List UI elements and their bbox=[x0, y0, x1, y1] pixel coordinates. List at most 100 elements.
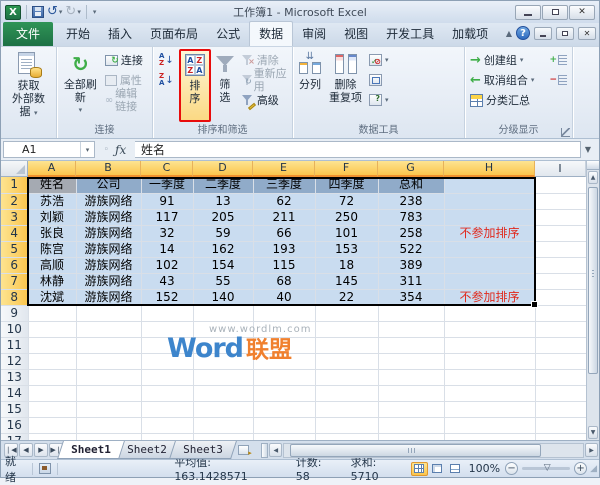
minimize-button[interactable] bbox=[515, 5, 541, 20]
cell-C17[interactable] bbox=[141, 433, 193, 440]
cell-I3[interactable] bbox=[535, 209, 586, 225]
cell-D4[interactable]: 59 bbox=[193, 225, 253, 241]
cell-E10[interactable] bbox=[253, 321, 315, 337]
cell-F16[interactable] bbox=[315, 417, 378, 433]
subtotal-button[interactable]: 分类汇总 bbox=[468, 91, 543, 109]
customize-qat-button[interactable]: ▾ bbox=[92, 5, 97, 19]
cell-G8[interactable]: 354 bbox=[378, 289, 444, 305]
zoom-in-button[interactable]: + bbox=[574, 462, 587, 475]
cell-I5[interactable] bbox=[535, 241, 586, 257]
ungroup-button[interactable]: ←取消组合▾ bbox=[468, 71, 543, 89]
next-sheet-icon[interactable]: ▶ bbox=[34, 443, 48, 457]
cell-I9[interactable] bbox=[535, 305, 586, 321]
hide-detail-button[interactable]: − bbox=[547, 71, 569, 89]
cell-A9[interactable] bbox=[28, 305, 76, 321]
cell-A16[interactable] bbox=[28, 417, 76, 433]
tab-data[interactable]: 数据 bbox=[249, 21, 293, 46]
row-header-5[interactable]: 5 bbox=[1, 241, 28, 257]
page-layout-view-button[interactable] bbox=[429, 462, 446, 476]
cell-F2[interactable]: 72 bbox=[315, 193, 378, 209]
vertical-scrollbar[interactable]: ▲ ▼ bbox=[586, 161, 599, 440]
row-header-2[interactable]: 2 bbox=[1, 193, 28, 209]
reapply-button[interactable]: ↻重新应用 bbox=[239, 71, 289, 89]
zoom-slider-thumb[interactable]: ▽ bbox=[544, 463, 551, 473]
cell-E12[interactable] bbox=[253, 353, 315, 369]
cell-B5[interactable]: 游族网络 bbox=[76, 241, 141, 257]
cell-I10[interactable] bbox=[535, 321, 586, 337]
row-header-13[interactable]: 13 bbox=[1, 369, 28, 385]
cell-G11[interactable] bbox=[378, 337, 444, 353]
column-header-H[interactable]: H bbox=[444, 161, 535, 177]
cell-D16[interactable] bbox=[193, 417, 253, 433]
cell-B4[interactable]: 游族网络 bbox=[76, 225, 141, 241]
cell-H14[interactable] bbox=[444, 385, 535, 401]
cell-I6[interactable] bbox=[535, 257, 586, 273]
tab-developer[interactable]: 开发工具 bbox=[377, 22, 443, 46]
cell-G6[interactable]: 389 bbox=[378, 257, 444, 273]
cell-H3[interactable] bbox=[444, 209, 535, 225]
cell-H16[interactable] bbox=[444, 417, 535, 433]
formula-content[interactable]: 姓名 bbox=[135, 141, 581, 158]
cell-I4[interactable] bbox=[535, 225, 586, 241]
cell-F14[interactable] bbox=[315, 385, 378, 401]
horizontal-scroll-thumb[interactable] bbox=[290, 444, 541, 457]
cell-B16[interactable] bbox=[76, 417, 141, 433]
tab-page-layout[interactable]: 页面布局 bbox=[141, 22, 207, 46]
cell-I2[interactable] bbox=[535, 193, 586, 209]
cell-D5[interactable]: 162 bbox=[193, 241, 253, 257]
cell-A12[interactable] bbox=[28, 353, 76, 369]
cell-H4[interactable]: 不参加排序 bbox=[444, 225, 535, 241]
cell-H12[interactable] bbox=[444, 353, 535, 369]
data-validation-button[interactable]: ✓⊘▾ bbox=[367, 51, 391, 69]
tab-view[interactable]: 视图 bbox=[335, 22, 377, 46]
cell-D17[interactable] bbox=[193, 433, 253, 440]
cell-F17[interactable] bbox=[315, 433, 378, 440]
name-box[interactable]: A1▾ bbox=[3, 141, 95, 158]
cell-G10[interactable] bbox=[378, 321, 444, 337]
cell-A4[interactable]: 张良 bbox=[28, 225, 76, 241]
cell-G2[interactable]: 238 bbox=[378, 193, 444, 209]
cell-I14[interactable] bbox=[535, 385, 586, 401]
cell-D12[interactable] bbox=[193, 353, 253, 369]
scroll-right-icon[interactable]: ▶ bbox=[585, 443, 598, 457]
cell-F6[interactable]: 18 bbox=[315, 257, 378, 273]
cell-C12[interactable] bbox=[141, 353, 193, 369]
column-header-B[interactable]: B bbox=[76, 161, 141, 177]
cell-F1[interactable]: 四季度 bbox=[315, 177, 378, 193]
tab-home[interactable]: 开始 bbox=[57, 22, 99, 46]
cell-D3[interactable]: 205 bbox=[193, 209, 253, 225]
cell-H17[interactable] bbox=[444, 433, 535, 440]
cell-H8[interactable]: 不参加排序 bbox=[444, 289, 535, 305]
cell-H11[interactable] bbox=[444, 337, 535, 353]
cell-C9[interactable] bbox=[141, 305, 193, 321]
cell-I1[interactable] bbox=[535, 177, 586, 193]
tab-insert[interactable]: 插入 bbox=[99, 22, 141, 46]
advanced-filter-button[interactable]: 高级 bbox=[239, 91, 289, 109]
help-button[interactable]: ? bbox=[516, 26, 530, 40]
save-button[interactable] bbox=[32, 6, 44, 18]
cell-F7[interactable]: 145 bbox=[315, 273, 378, 289]
row-header-7[interactable]: 7 bbox=[1, 273, 28, 289]
cell-D11[interactable] bbox=[193, 337, 253, 353]
cell-I7[interactable] bbox=[535, 273, 586, 289]
cell-B2[interactable]: 游族网络 bbox=[76, 193, 141, 209]
scroll-up-icon[interactable]: ▲ bbox=[588, 171, 598, 184]
cell-F5[interactable]: 153 bbox=[315, 241, 378, 257]
restore-button[interactable] bbox=[542, 5, 568, 20]
cell-A2[interactable]: 苏浩 bbox=[28, 193, 76, 209]
remove-duplicates-button[interactable]: 删除 重复项 bbox=[326, 49, 365, 122]
expand-formula-bar-icon[interactable]: ▼ bbox=[581, 145, 595, 154]
cell-A10[interactable] bbox=[28, 321, 76, 337]
connections-button[interactable]: 连接 bbox=[103, 51, 149, 69]
column-header-I[interactable]: I bbox=[535, 161, 586, 177]
column-header-E[interactable]: E bbox=[253, 161, 315, 177]
scrollbar-split-handle[interactable] bbox=[587, 161, 599, 170]
row-header-14[interactable]: 14 bbox=[1, 385, 28, 401]
doc-restore-button[interactable] bbox=[556, 27, 574, 40]
cell-E17[interactable] bbox=[253, 433, 315, 440]
cell-E11[interactable] bbox=[253, 337, 315, 353]
cell-A17[interactable] bbox=[28, 433, 76, 440]
text-to-columns-button[interactable]: ⇊ 分列 bbox=[296, 49, 324, 122]
cell-C3[interactable]: 117 bbox=[141, 209, 193, 225]
cell-E9[interactable] bbox=[253, 305, 315, 321]
